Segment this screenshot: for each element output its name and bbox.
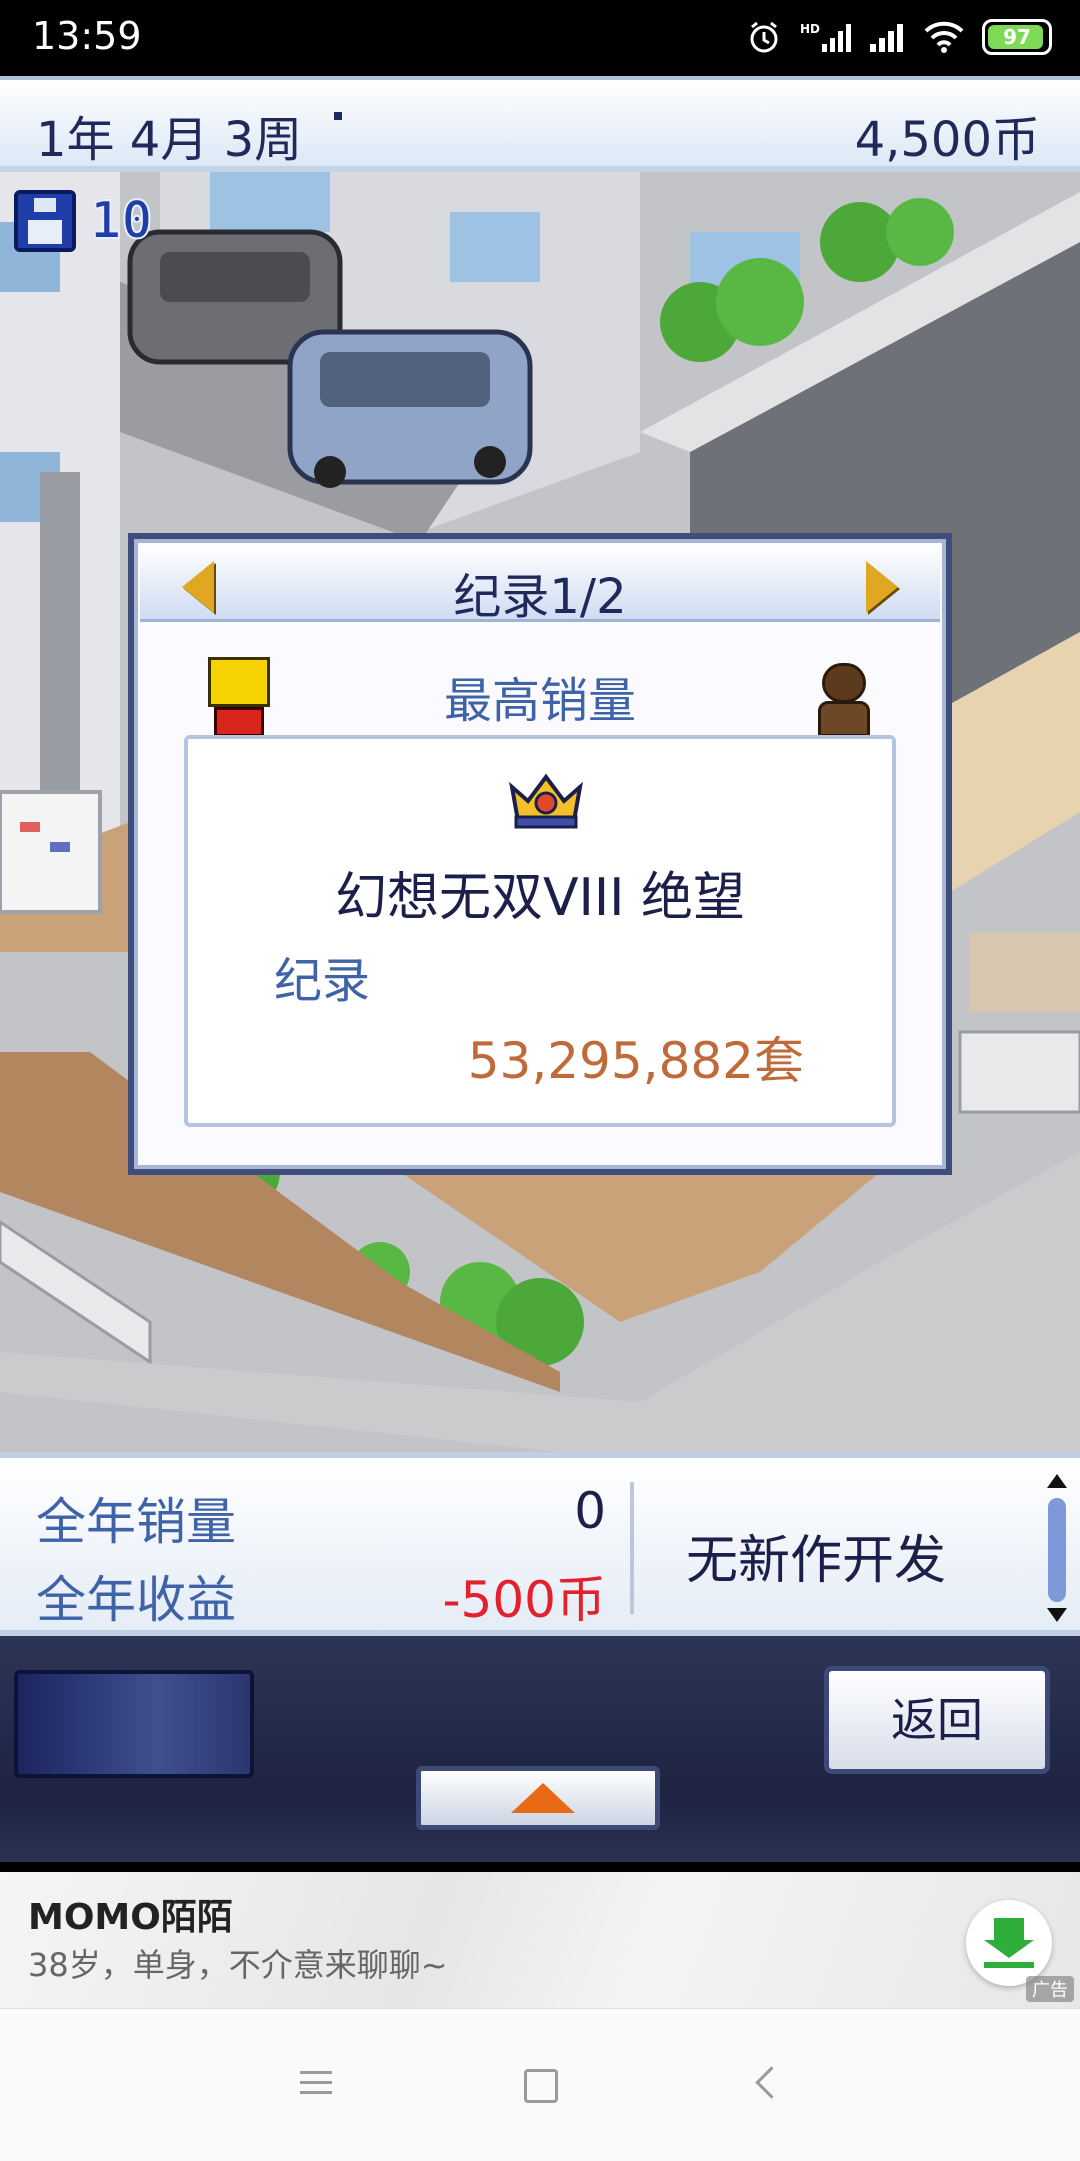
next-record-arrow-icon[interactable] <box>866 561 898 613</box>
download-icon[interactable] <box>966 1900 1052 1986</box>
network-type-label: HD <box>799 22 820 36</box>
scroll-down-icon[interactable] <box>1047 1608 1067 1622</box>
status-time: 13:59 <box>32 14 142 58</box>
funds-display: 4,500币 <box>854 112 1040 168</box>
home-button[interactable] <box>480 2009 600 2161</box>
battery-level: 97 <box>1003 25 1031 49</box>
record-dialog: 纪录1/2 最高销量 幻想无双VIII 绝望 纪录 53,295,882套 <box>128 533 952 1175</box>
record-value: 53,295,882套 <box>467 1032 804 1090</box>
record-label: 纪录 <box>274 953 371 1009</box>
hd-signal-icon: HD <box>800 22 852 52</box>
annual-income-value: -500币 <box>442 1571 606 1629</box>
status-icons: HD 97 <box>746 14 1052 60</box>
annual-sales-value: 0 <box>574 1482 606 1540</box>
scroll-up-icon[interactable] <box>1047 1474 1067 1488</box>
status-bar: 13:59 HD 97 <box>0 0 1080 76</box>
panel-divider <box>630 1482 634 1614</box>
monkey-character-icon <box>816 663 872 737</box>
system-back-button[interactable] <box>708 2009 828 2161</box>
alarm-icon <box>750 21 778 53</box>
annual-income-label: 全年收益 <box>36 1571 236 1629</box>
up-arrow-icon <box>511 1783 575 1813</box>
back-chevron-icon <box>755 2066 788 2099</box>
ad-banner[interactable]: MOMO陌陌 38岁，单身，不介意来聊聊~ 广告 <box>0 1872 1080 2008</box>
game-top-bar: 1年 4月 3周 4,500币 <box>0 76 1080 172</box>
dialog-header: 纪录1/2 <box>140 545 940 625</box>
game-title: 幻想无双VIII 绝望 <box>334 868 746 928</box>
save-slot-badge[interactable]: 10 <box>14 190 154 252</box>
scroll-thumb[interactable] <box>1048 1498 1066 1602</box>
panel-scrollbar[interactable] <box>1044 1474 1070 1622</box>
control-area: 返回 <box>0 1636 1080 1862</box>
home-icon <box>524 2069 558 2103</box>
crown-icon <box>509 773 583 829</box>
save-count: 10 <box>89 190 154 252</box>
dialog-title: 纪录1/2 <box>453 569 627 625</box>
menu-icon <box>300 2071 332 2074</box>
floppy-disk-icon <box>14 190 76 252</box>
ad-tag: 广告 <box>1026 1976 1074 2002</box>
signal-icon <box>870 24 903 52</box>
wifi-icon <box>924 21 964 53</box>
ad-subtitle: 38岁，单身，不介意来聊聊~ <box>28 1946 448 1984</box>
battery-icon: 97 <box>982 19 1052 55</box>
annual-sales-label: 全年销量 <box>36 1493 236 1551</box>
back-button[interactable]: 返回 <box>824 1666 1050 1774</box>
game-date: 1年 4月 3周 <box>36 112 303 168</box>
ad-title: MOMO陌陌 <box>28 1897 233 1938</box>
expand-up-button[interactable] <box>416 1766 660 1830</box>
system-nav-bar <box>0 2008 1080 2161</box>
annual-stats-panel: 全年销量 0 全年收益 -500币 无新作开发 <box>0 1452 1080 1636</box>
recent-apps-button[interactable] <box>256 2009 376 2161</box>
project-status: 无新作开发 <box>686 1531 947 1591</box>
date-marker-dot <box>334 112 342 120</box>
record-card: 幻想无双VIII 绝望 纪录 53,295,882套 <box>184 735 896 1127</box>
menu-button[interactable] <box>14 1670 254 1778</box>
